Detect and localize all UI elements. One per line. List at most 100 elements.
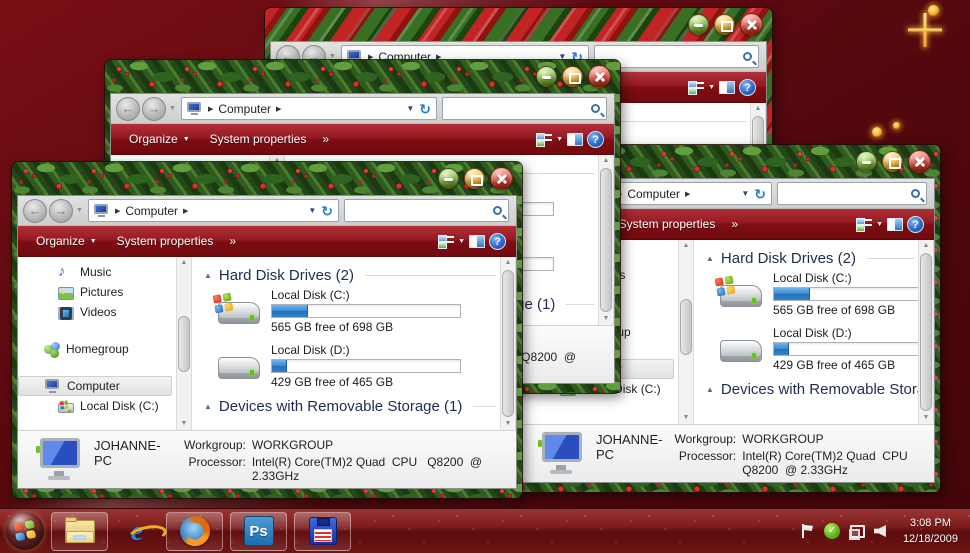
- maximize-button[interactable]: [882, 151, 903, 172]
- taskbar-save-app-button[interactable]: [294, 511, 351, 551]
- preview-pane-icon[interactable]: [469, 234, 485, 248]
- breadcrumb[interactable]: ▶ Computer ▶ ▼ ↻: [180, 97, 437, 120]
- minimize-button[interactable]: [856, 151, 877, 172]
- scroll-up-icon[interactable]: ▲: [683, 241, 690, 251]
- help-icon[interactable]: ?: [489, 232, 506, 250]
- back-button[interactable]: ←: [116, 96, 140, 121]
- collapse-icon[interactable]: ▲: [204, 271, 212, 280]
- main-scrollbar[interactable]: ▲ ▼: [598, 155, 614, 325]
- group-header-removable[interactable]: ▲ Devices with Removable Storage (1): [706, 381, 918, 398]
- scroll-up-icon[interactable]: ▲: [181, 258, 188, 268]
- scroll-up-icon[interactable]: ▲: [505, 258, 512, 268]
- breadcrumb-item-computer[interactable]: Computer: [218, 102, 271, 116]
- change-view-icon[interactable]: [438, 234, 455, 249]
- scrollbar-thumb[interactable]: [600, 168, 612, 312]
- recent-pages-dropdown-icon[interactable]: ▼: [329, 53, 336, 60]
- drive-item-c[interactable]: Local Disk (C:) 565 GB free of 698 GB: [714, 271, 918, 317]
- scrollbar-thumb[interactable]: [920, 253, 932, 411]
- security-check-icon[interactable]: ✓: [823, 523, 840, 539]
- close-button[interactable]: [908, 150, 931, 173]
- recent-pages-dropdown-icon[interactable]: ▼: [169, 105, 176, 112]
- toolbar-overflow-button[interactable]: »: [318, 129, 333, 149]
- preview-pane-icon[interactable]: [887, 217, 903, 231]
- collapse-icon[interactable]: ▲: [706, 385, 714, 394]
- group-header-removable[interactable]: ▲ Devices with Removable Storage (1): [204, 398, 496, 415]
- drive-item-d[interactable]: Local Disk (D:) 429 GB free of 465 GB: [216, 343, 496, 389]
- maximize-button[interactable]: [464, 168, 485, 189]
- toolbar-overflow-button[interactable]: »: [225, 231, 240, 251]
- refresh-icon[interactable]: ↻: [321, 204, 333, 218]
- address-dropdown-icon[interactable]: ▼: [741, 189, 749, 198]
- collapse-icon[interactable]: ▲: [706, 254, 714, 263]
- scrollbar-thumb[interactable]: [178, 316, 190, 372]
- search-icon[interactable]: [743, 52, 752, 61]
- views-dropdown-icon[interactable]: ▼: [708, 84, 715, 91]
- search-input[interactable]: [344, 199, 509, 222]
- scroll-down-icon[interactable]: ▼: [603, 314, 610, 324]
- scroll-down-icon[interactable]: ▼: [181, 419, 188, 429]
- recent-pages-dropdown-icon[interactable]: ▼: [76, 207, 83, 214]
- explorer-window-front[interactable]: ← → ▼ ▶ Computer ▶ ▼ ↻ Organize ▼ System…: [12, 162, 522, 498]
- taskbar-photoshop-button[interactable]: Ps: [230, 511, 287, 551]
- system-properties-button[interactable]: System properties: [202, 129, 315, 149]
- start-button[interactable]: [6, 512, 44, 550]
- close-button[interactable]: [588, 65, 611, 88]
- help-icon[interactable]: ?: [907, 215, 924, 233]
- maximize-button[interactable]: [562, 66, 583, 87]
- main-scrollbar[interactable]: ▲ ▼: [500, 257, 516, 430]
- group-header-hard-disks[interactable]: ▲ Hard Disk Drives (2): [204, 267, 496, 284]
- back-button[interactable]: ←: [23, 198, 47, 223]
- drive-item-d[interactable]: Local Disk (D:) 429 GB free of 465 GB: [718, 326, 918, 372]
- taskbar-firefox-button[interactable]: [166, 511, 223, 551]
- search-icon[interactable]: [911, 189, 920, 198]
- scroll-down-icon[interactable]: ▼: [505, 419, 512, 429]
- scrollbar-thumb[interactable]: [502, 270, 514, 417]
- address-dropdown-icon[interactable]: ▼: [308, 206, 316, 215]
- clock[interactable]: 3:08 PM 12/18/2009: [903, 515, 958, 548]
- forward-button[interactable]: →: [142, 96, 166, 121]
- refresh-icon[interactable]: ↻: [754, 187, 766, 201]
- sidebar-item-music[interactable]: ♪ Music: [18, 262, 176, 282]
- sidebar-item-local-disk-c[interactable]: Local Disk (C:): [18, 396, 176, 416]
- scroll-down-icon[interactable]: ▼: [683, 413, 690, 423]
- sidebar-scrollbar[interactable]: ▲ ▼: [678, 240, 694, 424]
- main-scrollbar[interactable]: ▲ ▼: [918, 240, 934, 424]
- scroll-up-icon[interactable]: ▲: [603, 156, 610, 166]
- search-input[interactable]: [442, 97, 607, 120]
- close-button[interactable]: [490, 167, 513, 190]
- address-dropdown-icon[interactable]: ▼: [406, 104, 414, 113]
- refresh-icon[interactable]: ↻: [419, 102, 431, 116]
- views-dropdown-icon[interactable]: ▼: [876, 221, 883, 228]
- breadcrumb-item-computer[interactable]: Computer: [627, 187, 680, 201]
- system-properties-button[interactable]: System properties: [109, 231, 222, 251]
- taskbar-internet-explorer-button[interactable]: e: [115, 512, 159, 551]
- drive-item-c[interactable]: Local Disk (C:) 565 GB free of 698 GB: [212, 288, 496, 334]
- volume-icon[interactable]: [873, 525, 886, 537]
- breadcrumb-separator-icon[interactable]: ▶: [276, 105, 281, 113]
- sidebar-item-pictures[interactable]: Pictures: [18, 282, 176, 302]
- collapse-icon[interactable]: ▲: [204, 402, 212, 411]
- preview-pane-icon[interactable]: [719, 80, 735, 94]
- toolbar-overflow-button[interactable]: »: [727, 214, 742, 234]
- system-properties-button[interactable]: System properties: [611, 214, 724, 234]
- desktop[interactable]: ← → ▼ ▶ Computer ▶ ▼ ↻ Organize: [0, 0, 970, 553]
- search-icon[interactable]: [591, 104, 600, 113]
- change-view-icon[interactable]: [536, 132, 553, 147]
- sidebar-scrollbar[interactable]: ▲ ▼: [176, 257, 192, 430]
- minimize-button[interactable]: [536, 66, 557, 87]
- action-center-flag-icon[interactable]: [801, 524, 815, 538]
- scroll-down-icon[interactable]: ▼: [923, 413, 930, 423]
- minimize-button[interactable]: [688, 14, 709, 35]
- views-dropdown-icon[interactable]: ▼: [556, 136, 563, 143]
- scroll-up-icon[interactable]: ▲: [923, 241, 930, 251]
- views-dropdown-icon[interactable]: ▼: [458, 238, 465, 245]
- change-view-icon[interactable]: [856, 217, 873, 232]
- maximize-button[interactable]: [714, 14, 735, 35]
- breadcrumb-separator-icon[interactable]: ▶: [685, 190, 690, 198]
- search-icon[interactable]: [493, 206, 502, 215]
- change-view-icon[interactable]: [688, 80, 705, 95]
- close-button[interactable]: [740, 13, 763, 36]
- sidebar-item-computer[interactable]: Computer: [18, 376, 172, 396]
- scrollbar-thumb[interactable]: [680, 299, 692, 355]
- group-header-hard-disks[interactable]: ▲ Hard Disk Drives (2): [706, 250, 914, 267]
